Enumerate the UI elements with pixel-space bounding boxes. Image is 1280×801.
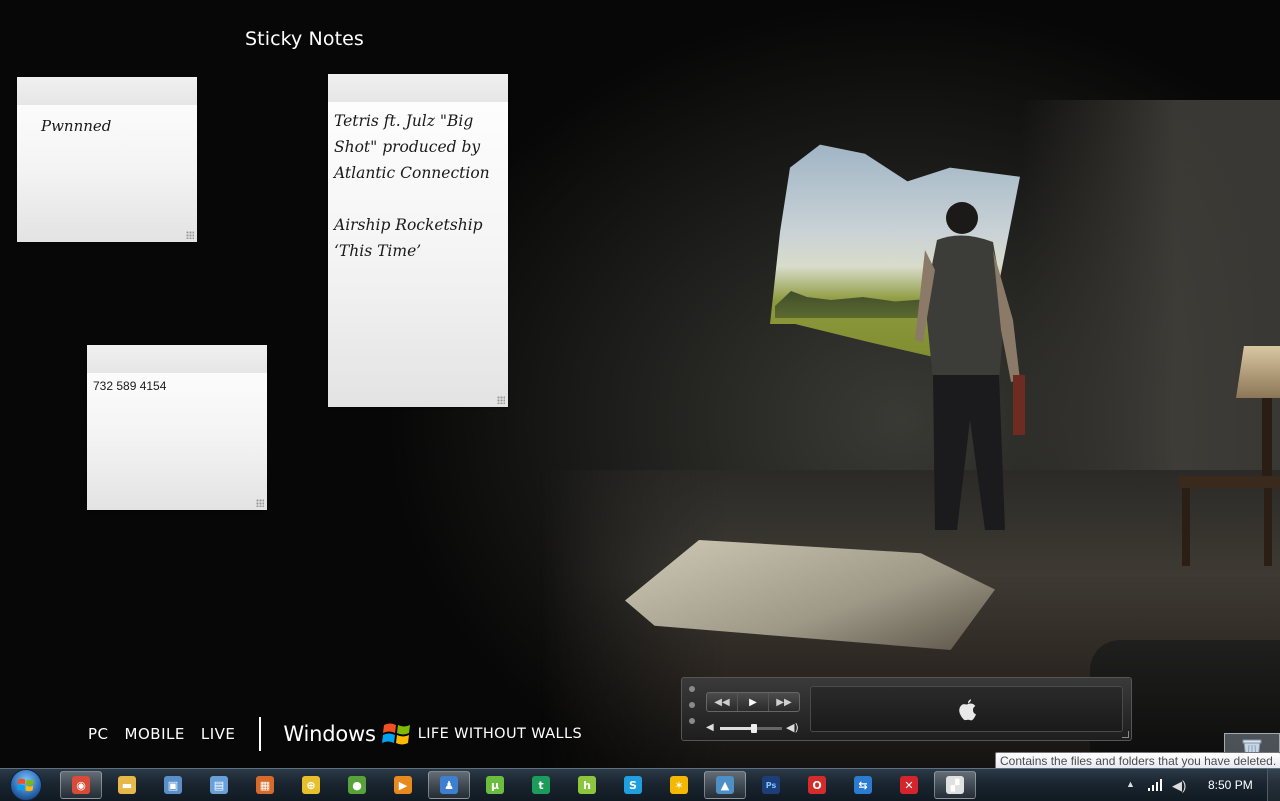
taskbar-button-aim[interactable]: ✶ <box>658 771 700 799</box>
gadget-close-dot[interactable] <box>689 686 695 692</box>
taskbar-button-opera[interactable]: O <box>796 771 838 799</box>
media-controls: ◀◀ ▶ ▶▶ <box>706 692 800 712</box>
branding-pc: PC <box>88 725 109 743</box>
x-icon: ✕ <box>900 776 918 794</box>
taskbar-button-photoshop[interactable]: Ps <box>750 771 792 799</box>
taskbar-button-media-player[interactable]: ▶ <box>382 771 424 799</box>
wallpaper-wall <box>1020 100 1280 500</box>
sticky-note[interactable]: 732 589 4154 <box>87 345 267 510</box>
teamviewer-icon: ⇆ <box>854 776 872 794</box>
media-center-icon: ▦ <box>256 776 274 794</box>
sticky-note-text[interactable]: Pwnnned <box>41 113 187 139</box>
wallpaper-lamp-stand <box>1262 398 1272 478</box>
taskbar-button-utorrent[interactable]: µ <box>474 771 516 799</box>
gadget-options-dot[interactable] <box>689 702 695 708</box>
hulu-icon: h <box>578 776 596 794</box>
sticky-notes-title: Sticky Notes <box>245 28 364 50</box>
taskbar-button-network[interactable]: ▤ <box>198 771 240 799</box>
wallpaper-branding: PC MOBILE LIVE Windows LIFE WITHOUT WALL… <box>88 716 582 752</box>
media-player-gadget[interactable]: ◀◀ ▶ ▶▶ ◀ ◀) <box>681 677 1132 741</box>
photo-gallery-icon: ▲ <box>716 776 734 794</box>
aim-icon: ✶ <box>670 776 688 794</box>
skype-icon: S <box>624 776 642 794</box>
speaker-icon[interactable]: ◀) <box>1172 778 1186 794</box>
network-icon: ▤ <box>210 776 228 794</box>
wallpaper-side-table <box>1178 476 1280 566</box>
taskbar-button-hulu[interactable]: h <box>566 771 608 799</box>
volume-slider-fill <box>720 727 755 730</box>
taskbar-button-teamviewer[interactable]: ⇆ <box>842 771 884 799</box>
taskbar-button-trillian[interactable]: t <box>520 771 562 799</box>
gadget-resize-grip-icon[interactable] <box>1122 731 1129 738</box>
branding-tagline: LIFE WITHOUT WALLS <box>417 726 583 742</box>
taskbar-button-chrome[interactable]: ◉ <box>60 771 102 799</box>
branding-divider <box>259 717 262 751</box>
control-panel-icon: ▣ <box>164 776 182 794</box>
branding-live: LIVE <box>200 725 236 743</box>
opera-icon: O <box>808 776 826 794</box>
sticky-note-header[interactable] <box>87 345 267 373</box>
taskbar-button-games[interactable]: ● <box>336 771 378 799</box>
sticky-note[interactable]: Pwnnned <box>17 77 197 242</box>
taskbar-button-explorer[interactable]: ▬ <box>106 771 148 799</box>
utorrent-icon: µ <box>486 776 504 794</box>
taskbar-button-windows-live[interactable]: ▞ <box>934 771 976 799</box>
taskbar-button-xmarks[interactable]: ✕ <box>888 771 930 799</box>
windows-logo-icon <box>10 769 42 801</box>
photoshop-icon: Ps <box>762 776 780 794</box>
globe-icon: ⊕ <box>302 776 320 794</box>
messenger-icon: ♟ <box>440 776 458 794</box>
taskbar: ◉ ▬ ▣ ▤ ▦ ⊕ ● ▶ ♟ µ t h S ✶ ▲ Ps O ⇆ ✕ ▞ ▲ ◀) 8:50 PM <box>0 768 1280 801</box>
network-signal-icon[interactable] <box>1148 779 1164 791</box>
taskbar-button-skype[interactable]: S <box>612 771 654 799</box>
taskbar-button-wlm[interactable]: ♟ <box>428 771 470 799</box>
volume-high-icon: ◀) <box>786 721 799 734</box>
taskbar-button-control-panel[interactable]: ▣ <box>152 771 194 799</box>
sticky-note-header[interactable] <box>328 74 508 102</box>
branding-mobile: MOBILE <box>124 725 185 743</box>
media-player-icon: ▶ <box>394 776 412 794</box>
play-button[interactable]: ▶ <box>738 693 769 711</box>
volume-slider-thumb[interactable] <box>751 724 758 733</box>
sticky-note[interactable]: Tetris ft. Julz "Big Shot" produced by A… <box>328 74 508 407</box>
system-tray: ▲ ◀) 8:50 PM <box>1120 769 1280 801</box>
windows-flag-icon <box>381 723 410 745</box>
resize-grip-icon[interactable] <box>186 231 194 239</box>
trillian-icon: t <box>532 776 550 794</box>
games-icon: ● <box>348 776 366 794</box>
taskbar-button-media-center[interactable]: ▦ <box>244 771 286 799</box>
show-hidden-icons-icon[interactable]: ▲ <box>1126 779 1135 789</box>
apple-icon <box>958 699 976 721</box>
branding-windows: Windows <box>283 722 376 746</box>
gadget-drag-dot[interactable] <box>689 718 695 724</box>
taskbar-clock[interactable]: 8:50 PM <box>1208 778 1253 792</box>
media-display[interactable] <box>810 686 1123 732</box>
start-button[interactable] <box>6 769 46 801</box>
chrome-icon: ◉ <box>72 776 90 794</box>
rewind-button[interactable]: ◀◀ <box>707 693 738 711</box>
volume-low-icon: ◀ <box>706 722 714 733</box>
wallpaper-man-figure <box>915 202 1025 530</box>
volume-slider[interactable] <box>720 724 782 733</box>
taskbar-button-browser[interactable]: ⊕ <box>290 771 332 799</box>
windows-live-icon: ▞ <box>946 776 964 794</box>
sticky-note-text[interactable]: 732 589 4154 <box>93 377 257 395</box>
show-desktop-button[interactable] <box>1267 769 1280 801</box>
fast-forward-button[interactable]: ▶▶ <box>769 693 799 711</box>
resize-grip-icon[interactable] <box>497 396 505 404</box>
sticky-note-text[interactable]: Tetris ft. Julz "Big Shot" produced by A… <box>334 108 498 264</box>
taskbar-button-photo-gallery[interactable]: ▲ <box>704 771 746 799</box>
resize-grip-icon[interactable] <box>256 499 264 507</box>
folder-icon: ▬ <box>118 776 136 794</box>
sticky-note-header[interactable] <box>17 77 197 105</box>
